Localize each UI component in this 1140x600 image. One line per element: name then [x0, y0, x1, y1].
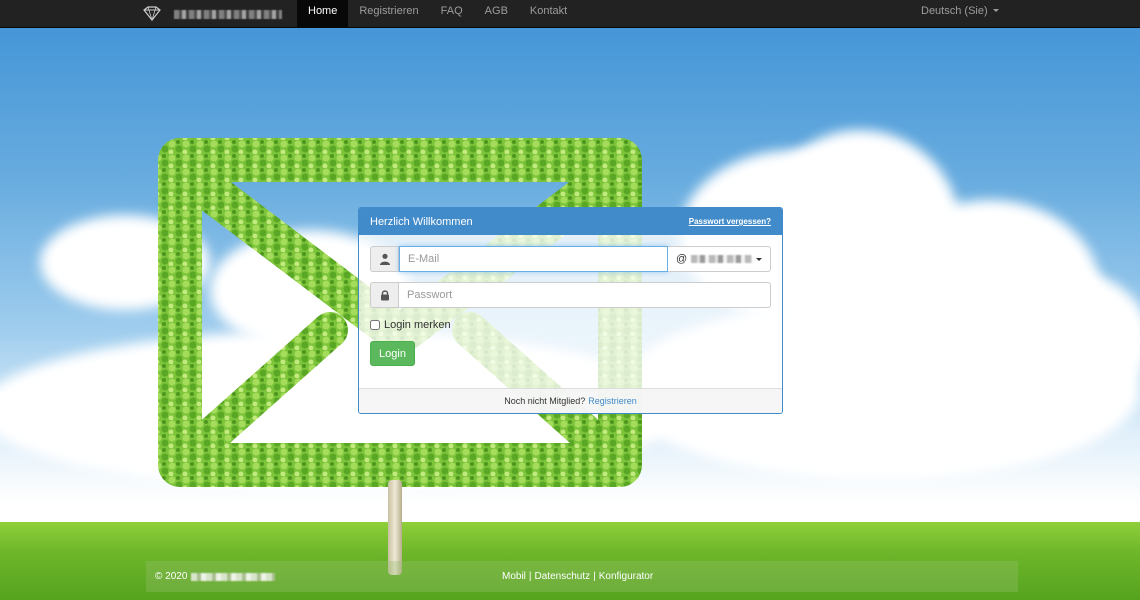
email-input[interactable] — [399, 246, 668, 272]
register-link[interactable]: Registrieren — [588, 396, 637, 406]
password-input[interactable] — [399, 282, 771, 308]
language-label: Deutsch (Sie) — [921, 5, 988, 17]
copyright-text: © 2020 — [155, 571, 188, 582]
footer-link-datenschutz[interactable]: Datenschutz — [535, 571, 591, 582]
footer-link-konfigurator[interactable]: Konfigurator — [599, 571, 653, 582]
remember-login-label: Login merken — [384, 319, 451, 331]
nav-item-registrieren[interactable]: Registrieren — [348, 0, 429, 28]
chevron-down-icon — [992, 9, 999, 12]
footer-links: Mobil | Datenschutz | Konfigurator — [502, 571, 653, 582]
nav-item-agb[interactable]: AGB — [474, 0, 519, 28]
page-footer: © 2020 Mobil | Datenschutz | Konfigurato… — [146, 561, 1018, 592]
chevron-down-icon — [756, 257, 762, 261]
login-panel-heading: Herzlich Willkommen Passwort vergessen? — [359, 208, 782, 235]
diamond-logo-icon — [143, 6, 161, 22]
user-icon — [370, 246, 399, 272]
footer-separator: | — [528, 571, 532, 582]
login-panel: Herzlich Willkommen Passwort vergessen? … — [358, 207, 783, 414]
brand-name-redacted — [174, 9, 282, 19]
brand[interactable] — [142, 0, 292, 28]
remember-login-checkbox[interactable] — [370, 320, 380, 330]
language-dropdown[interactable]: Deutsch (Sie) — [921, 0, 999, 28]
footer-separator: | — [593, 571, 596, 582]
company-name-redacted — [191, 572, 276, 581]
nav-menu: Home Registrieren FAQ AGB Kontakt — [297, 0, 578, 28]
login-title: Herzlich Willkommen — [370, 215, 473, 228]
password-input-group — [370, 282, 771, 308]
nav-item-home[interactable]: Home — [297, 0, 349, 28]
nav-item-faq[interactable]: FAQ — [430, 0, 474, 28]
login-panel-footer: Noch nicht Mitglied? Registrieren — [359, 388, 782, 413]
top-navbar: Home Registrieren FAQ AGB Kontakt Deutsc… — [0, 0, 1140, 28]
copyright: © 2020 — [155, 571, 276, 582]
email-input-group: @ — [370, 246, 771, 272]
nav-item-kontakt[interactable]: Kontakt — [519, 0, 578, 28]
domain-name-redacted — [691, 255, 752, 263]
domain-prefix: @ — [676, 253, 688, 265]
footer-link-mobil[interactable]: Mobil — [502, 571, 526, 582]
domain-select[interactable]: @ — [668, 246, 771, 272]
login-button[interactable]: Login — [370, 341, 415, 366]
remember-login: Login merken — [370, 319, 451, 331]
forgot-password-link[interactable]: Passwort vergessen? — [689, 217, 771, 226]
envelope-fold-left — [177, 312, 348, 468]
lock-icon — [370, 282, 399, 308]
not-member-text: Noch nicht Mitglied? — [504, 396, 586, 406]
